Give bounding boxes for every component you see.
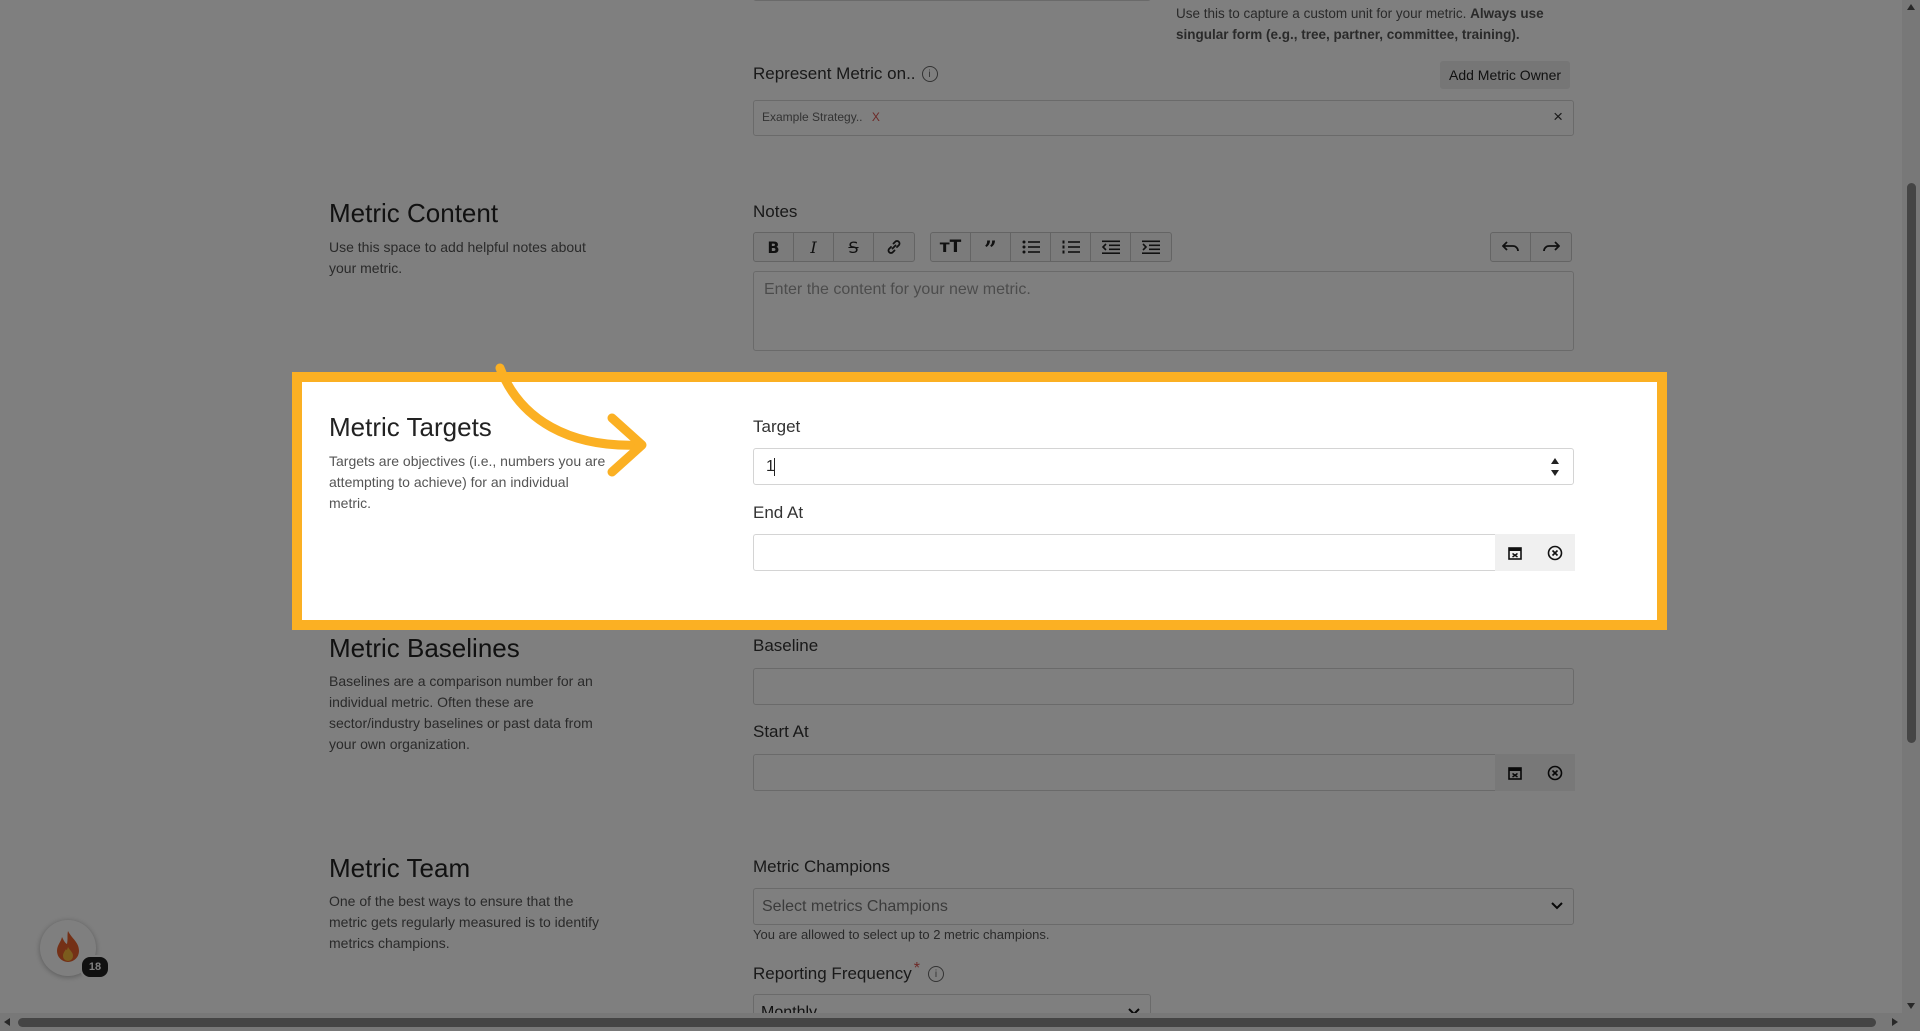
chevron-down-icon: [1551, 902, 1563, 910]
undo-icon: [1501, 241, 1519, 252]
metric-champions-label: Metric Champions: [753, 857, 890, 876]
scroll-up-arrow-icon[interactable]: [1907, 4, 1915, 10]
redo-button[interactable]: [1531, 233, 1571, 261]
start-at-calendar-button[interactable]: [1495, 754, 1535, 791]
target-label: Target: [753, 417, 801, 436]
history-toolbar: [1490, 232, 1572, 262]
quote-button[interactable]: ”: [971, 233, 1011, 261]
undo-button[interactable]: [1491, 233, 1531, 261]
clear-circle-icon: [1547, 545, 1563, 560]
unit-help-text: Use this to capture a custom unit for yo…: [1176, 6, 1544, 42]
link-icon: [887, 240, 901, 254]
metric-content-title: Metric Content: [329, 198, 499, 228]
numbered-list-button[interactable]: [1051, 233, 1091, 261]
outdent-button[interactable]: [1091, 233, 1131, 261]
bold-button[interactable]: B: [754, 233, 794, 261]
notes-editor[interactable]: Enter the content for your new metric.: [753, 271, 1574, 351]
numbered-list-icon: [1062, 240, 1080, 254]
end-at-calendar-button[interactable]: [1495, 534, 1535, 571]
target-number-input[interactable]: 1: [753, 448, 1574, 485]
champions-placeholder: Select metrics Champions: [762, 898, 948, 915]
notes-label: Notes: [753, 202, 798, 221]
unit-input[interactable]: [753, 0, 1151, 1]
horizontal-scroll-thumb[interactable]: [18, 1018, 1876, 1027]
indent-icon: [1142, 240, 1160, 254]
required-asterisk: *: [913, 960, 920, 977]
end-at-input[interactable]: [753, 534, 1495, 571]
calendar-icon: [1508, 546, 1522, 560]
metric-baselines-desc: Baselines are a comparison number for an…: [329, 673, 593, 752]
notes-placeholder: Enter the content for your new metric.: [764, 281, 1031, 298]
redo-icon: [1543, 241, 1560, 252]
start-at-input[interactable]: [753, 754, 1495, 791]
tag-remove-button[interactable]: X: [872, 110, 880, 124]
metric-targets-title: Metric Targets: [329, 412, 492, 442]
metric-baselines-title: Metric Baselines: [329, 633, 520, 663]
scroll-down-arrow-icon[interactable]: [1907, 1003, 1915, 1009]
add-metric-owner-button[interactable]: Add Metric Owner: [1440, 61, 1571, 89]
italic-button[interactable]: I: [794, 233, 834, 261]
vertical-scroll-thumb[interactable]: [1907, 183, 1916, 743]
bulleted-list-icon: [1022, 240, 1040, 254]
strategy-tag: Example Strategy.. X: [762, 110, 880, 124]
bulleted-list-button[interactable]: [1011, 233, 1051, 261]
represent-label: Represent Metric on.. i: [753, 64, 938, 84]
number-stepper-icon[interactable]: [1551, 458, 1559, 476]
metric-team-title: Metric Team: [329, 853, 471, 883]
champions-help-text: You are allowed to select up to 2 metric…: [753, 927, 1050, 942]
reporting-frequency-label: Reporting Frequency * i: [753, 960, 944, 984]
scroll-right-arrow-icon[interactable]: [1892, 1018, 1898, 1026]
info-icon[interactable]: i: [921, 66, 938, 82]
start-at-clear-button[interactable]: [1535, 754, 1575, 791]
block-toolbar: ᴛT ”: [930, 232, 1172, 262]
metric-champions-select[interactable]: Select metrics Champions: [753, 888, 1574, 925]
represent-select[interactable]: Example Strategy.. X ×: [753, 100, 1574, 136]
metric-team-desc: One of the best ways to ensure that the m…: [329, 893, 599, 951]
end-at-clear-button[interactable]: [1535, 534, 1575, 571]
notification-count-badge: 18: [80, 955, 110, 979]
text-cursor: [774, 458, 775, 476]
clear-selection-icon[interactable]: ×: [1553, 107, 1563, 127]
link-button[interactable]: [874, 233, 914, 261]
metric-content-desc: Use this space to add helpful notes abou…: [329, 239, 586, 276]
clear-circle-icon: [1547, 765, 1563, 780]
info-icon[interactable]: i: [928, 966, 944, 982]
vertical-scrollbar[interactable]: [1902, 0, 1920, 1013]
calendar-icon: [1508, 766, 1522, 780]
scroll-left-arrow-icon[interactable]: [4, 1018, 10, 1026]
indent-button[interactable]: [1131, 233, 1171, 261]
baseline-label: Baseline: [753, 636, 819, 655]
strikethrough-button[interactable]: S: [834, 233, 874, 261]
format-toolbar: B I S: [753, 232, 915, 262]
baseline-input[interactable]: [753, 668, 1574, 705]
pointer-arrow-icon: [495, 363, 647, 477]
flame-icon: [57, 931, 79, 962]
heading-button[interactable]: ᴛT: [931, 233, 971, 261]
horizontal-scrollbar[interactable]: [0, 1013, 1920, 1031]
end-at-label: End At: [753, 503, 804, 522]
start-at-label: Start At: [753, 722, 809, 741]
outdent-icon: [1101, 240, 1120, 254]
